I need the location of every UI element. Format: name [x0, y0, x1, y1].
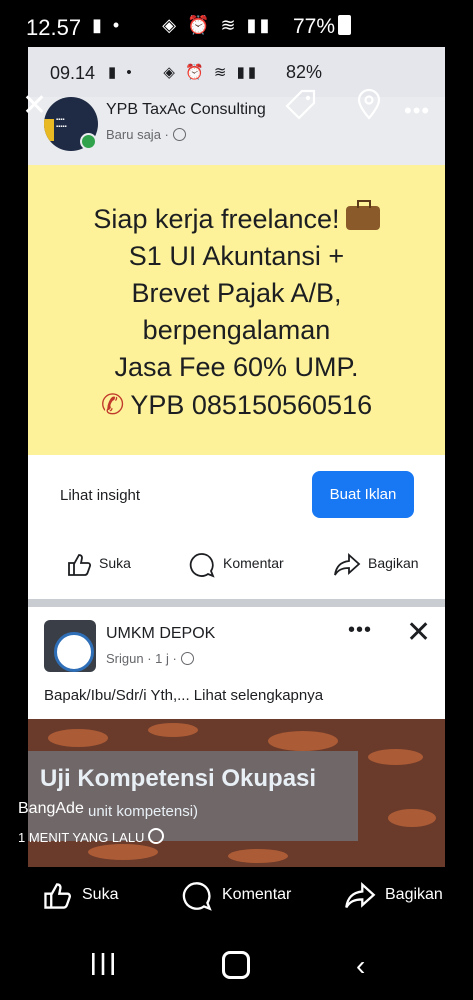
like-label: Suka	[99, 555, 131, 571]
comment-label: Komentar	[223, 555, 284, 571]
ad-banner: Siap kerja freelance! S1 UI Akuntansi + …	[28, 165, 445, 455]
media-title: Uji Kompetensi Okupasi	[40, 765, 317, 792]
like-icon	[68, 554, 92, 576]
back-icon[interactable]: ‹	[356, 950, 365, 982]
ad-line: berpengalaman	[142, 315, 331, 345]
page2-avatar	[44, 620, 96, 672]
page2-name: UMKM DEPOK	[106, 625, 216, 642]
feed-divider	[28, 599, 445, 607]
ad-line: Jasa Fee 60% UMP.	[114, 352, 359, 382]
globe-icon	[180, 652, 194, 665]
tag-icon[interactable]	[284, 88, 318, 122]
phone-icon: ✆	[100, 389, 125, 420]
post-time: Baru saja ·	[106, 127, 186, 142]
ad-line: Brevet Pajak A/B,	[131, 278, 342, 308]
inner-status-icons: ▮ • ◈ ⏰ ≋ ▮▮	[108, 64, 260, 81]
create-ad-button: Buat Iklan	[312, 471, 414, 518]
ad-line: ✆ YPB 085150560516	[28, 386, 445, 424]
inner-status-time: 09.14	[50, 63, 96, 83]
battery-icon	[338, 15, 352, 35]
inner-status-bar: 09.14 ▮ • ◈ ⏰ ≋ ▮▮ 82%	[28, 47, 445, 97]
share-icon[interactable]	[344, 881, 376, 911]
media-subtitle: unit kompetensi)	[88, 803, 199, 820]
comment-icon	[189, 553, 215, 578]
shared-screenshot: 09.14 ▮ • ◈ ⏰ ≋ ▮▮ 82% ▪▪▪▪ ▪▪▪▪▪ YPB Tax…	[28, 47, 445, 867]
ad-line: S1 UI Akuntansi +	[128, 241, 345, 271]
location-icon[interactable]	[356, 88, 382, 120]
viewer-share-button[interactable]: Bagikan	[385, 886, 443, 904]
inner-battery: 82%	[286, 62, 323, 82]
hide-post-icon: ✕	[406, 616, 432, 649]
globe-icon	[172, 128, 186, 141]
close-icon[interactable]: ✕	[22, 91, 47, 121]
comment-icon[interactable]	[182, 881, 212, 911]
status-time: 12.57	[26, 15, 82, 40]
online-indicator	[80, 133, 97, 150]
like-icon[interactable]	[42, 881, 72, 911]
battery-level: 77%	[293, 15, 352, 39]
recent-apps-icon[interactable]	[90, 952, 116, 976]
page-name: YPB TaxAc Consulting	[106, 101, 266, 118]
status-icons: ▮ • ◈ ⏰ ≋ ▮▮	[92, 15, 273, 35]
uploader-name[interactable]: BangAde	[18, 800, 84, 818]
share-label: Bagikan	[368, 555, 419, 571]
share-icon	[334, 552, 361, 576]
home-icon[interactable]	[222, 951, 250, 979]
insight-link: Lihat insight	[60, 487, 141, 504]
viewer-like-button[interactable]: Suka	[82, 886, 118, 904]
ad-line: Siap kerja freelance!	[28, 200, 445, 238]
page2-meta: Srigun · 1 j ·	[106, 651, 194, 666]
globe-icon	[148, 828, 165, 844]
viewer-comment-button[interactable]: Komentar	[222, 886, 291, 904]
more-options-icon: •••	[348, 619, 373, 641]
more-options-icon[interactable]: •••	[404, 98, 430, 124]
briefcase-icon	[345, 200, 380, 230]
upload-time: 1 MENIT YANG LALU	[18, 828, 165, 845]
post2-body: Bapak/Ibu/Sdr/i Yth,... Lihat selengkapn…	[44, 687, 324, 704]
